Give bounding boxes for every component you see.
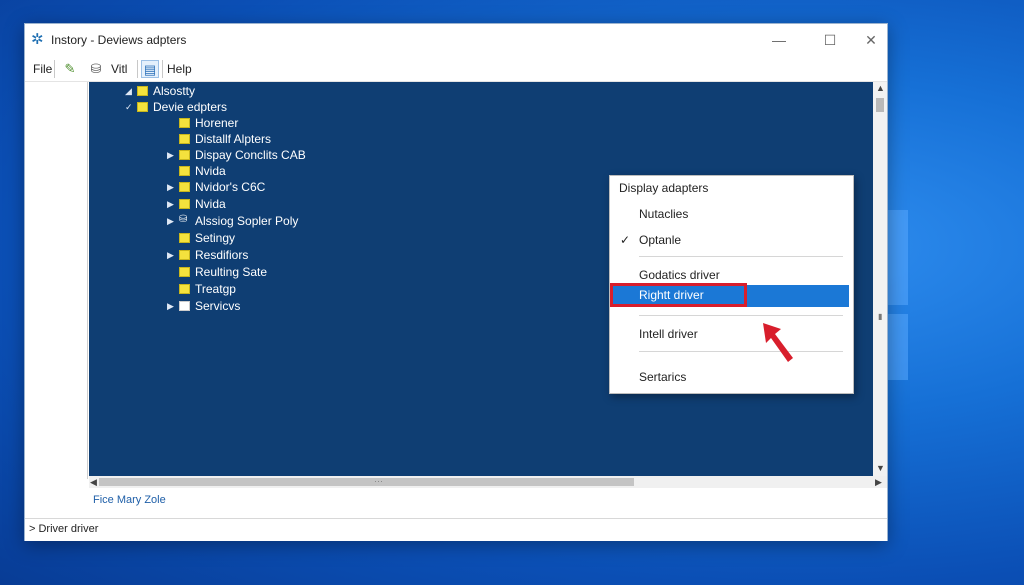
vertical-scrollbar[interactable]: ▲ ▼ — [873, 82, 887, 476]
expand-icon[interactable]: ▶ — [167, 147, 177, 163]
folder-icon — [179, 267, 190, 277]
tree-node-label: Nvidor's C6C — [195, 180, 266, 194]
menu-separator — [639, 315, 843, 316]
edit-pencil-icon[interactable]: ✎ — [61, 60, 79, 78]
tree-node-label: Treatgp — [195, 282, 236, 296]
menu-separator — [639, 351, 843, 352]
menu-item-optanle[interactable]: Optanle — [639, 233, 681, 247]
device-icon: ⛁ — [179, 214, 188, 225]
expand-icon[interactable]: ▶ — [167, 179, 177, 195]
horizontal-scroll-thumb[interactable] — [99, 478, 634, 486]
tree-node-label: Dispay Conclits CAB — [195, 148, 306, 162]
device-manager-icon: ✲ — [31, 31, 44, 48]
info-pane-text: Fice Mary Zole — [93, 494, 166, 506]
minimize-button[interactable]: — — [759, 28, 799, 52]
menu-separator — [639, 256, 843, 257]
annotation-highlight-box — [610, 283, 747, 307]
folder-icon — [179, 182, 190, 192]
context-menu: Display adapters Nutaclies ✓ Optanle God… — [609, 175, 854, 394]
folder-icon — [179, 118, 190, 128]
folder-icon — [179, 250, 190, 260]
tree-node-label: Alssiog Sopler Poly — [195, 214, 299, 228]
tree-node-label: Nvida — [195, 197, 226, 211]
scroll-grip-icon: ▮ — [878, 312, 883, 321]
checked-icon[interactable]: ✓ — [125, 99, 135, 115]
folder-icon — [179, 199, 190, 209]
expand-icon[interactable]: ▶ — [167, 247, 177, 263]
folder-icon — [179, 301, 190, 311]
menu-item-godatics-driver[interactable]: Godatics driver — [639, 268, 720, 282]
close-button[interactable]: ✕ — [851, 28, 891, 52]
scroll-left-icon[interactable]: ◀ — [90, 477, 97, 488]
folder-icon — [137, 86, 148, 96]
folder-icon — [179, 233, 190, 243]
toolbar-separator — [162, 60, 163, 78]
tree-node-label: Reulting Sate — [195, 265, 268, 279]
annotation-arrow-icon — [763, 323, 793, 362]
menu-help[interactable]: Help — [167, 62, 192, 76]
expand-icon[interactable]: ▶ — [167, 213, 177, 229]
folder-icon — [179, 134, 190, 144]
toolbar-separator — [54, 60, 55, 78]
menu-item-nutaclies[interactable]: Nutaclies — [639, 207, 688, 221]
context-menu-header: Display adapters — [619, 181, 709, 195]
title-bar: ✲ Instory - Deviews adpters — ☐ ✕ — [25, 24, 887, 56]
properties-icon[interactable]: ▤ — [141, 60, 159, 78]
left-pane — [25, 82, 88, 479]
window-title: Instory - Deviews adpters — [51, 33, 187, 47]
expand-icon[interactable]: ▶ — [167, 298, 177, 314]
menu-vitl[interactable]: Vitl — [111, 62, 127, 76]
tree-node-label: Devie edpters — [153, 100, 228, 114]
status-bar: > Driver driver — [25, 518, 887, 541]
tree-node-label: Resdifiors — [195, 248, 249, 262]
tree-node-label: Servicvs — [195, 299, 241, 313]
scan-hardware-icon[interactable]: ⛁ — [87, 60, 105, 78]
collapse-icon[interactable]: ◢ — [125, 83, 135, 99]
menu-item-intell-driver[interactable]: Intell driver — [639, 327, 698, 341]
checkmark-icon: ✓ — [620, 233, 631, 247]
maximize-button[interactable]: ☐ — [810, 28, 850, 52]
tree-node-label: Distallf Alpters — [195, 132, 272, 146]
horizontal-scrollbar[interactable]: ◀ ⋯ ▶ — [89, 476, 887, 488]
scroll-down-icon[interactable]: ▼ — [876, 463, 885, 473]
tree-node-label: Nvida — [195, 164, 226, 178]
scroll-right-icon[interactable]: ▶ — [875, 477, 882, 488]
expand-icon[interactable]: ▶ — [167, 196, 177, 212]
status-bar-text: > Driver driver — [29, 523, 99, 535]
folder-icon — [137, 102, 148, 112]
tree-node-label: Alsostty — [153, 84, 196, 98]
scroll-grip-icon: ⋯ — [374, 476, 383, 486]
scroll-up-icon[interactable]: ▲ — [876, 83, 885, 93]
menu-bar: File ✎ ⛁ Vitl ▤ Help — [25, 57, 887, 82]
tree-node-label: Setingy — [195, 231, 236, 245]
folder-icon — [179, 166, 190, 176]
vertical-scroll-thumb[interactable] — [876, 98, 884, 112]
folder-icon — [179, 284, 190, 294]
tree-node-label: Horener — [195, 116, 239, 130]
menu-file[interactable]: File — [33, 62, 52, 76]
folder-icon — [179, 150, 190, 160]
toolbar-separator — [137, 60, 138, 78]
menu-item-sertarics[interactable]: Sertarics — [639, 370, 686, 384]
info-pane: Fice Mary Zole — [89, 488, 887, 518]
